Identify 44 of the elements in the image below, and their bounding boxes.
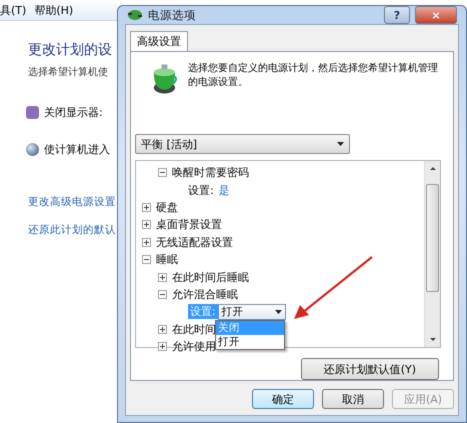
setting-label: 设置: (188, 304, 218, 320)
menu-item[interactable]: 具(T) (0, 2, 26, 18)
expand-icon[interactable] (158, 272, 167, 282)
collapse-icon[interactable] (158, 290, 167, 299)
setting-label: 关闭显示器: (44, 105, 103, 120)
plan-dropdown[interactable]: 平衡 [活动] (135, 134, 350, 154)
expand-icon[interactable] (142, 220, 151, 230)
expand-icon[interactable] (158, 342, 167, 352)
monitor-icon (26, 106, 39, 119)
setting-label: 设置: (188, 182, 214, 198)
tree-item[interactable]: 在此时间 (172, 322, 216, 337)
tree-item[interactable]: 唤醒时需要密码 (172, 165, 249, 180)
tab[interactable]: 高级设置 (130, 31, 188, 51)
setting-label: 使计算机进入 (44, 142, 110, 157)
menu-item[interactable]: 帮助(H) (34, 2, 74, 18)
tree-item[interactable]: 无线适配器设置 (156, 234, 233, 250)
page-subtitle: 选择希望计算机使 (28, 66, 109, 79)
setting-combobox[interactable]: 打开 (218, 304, 286, 320)
dialog-button[interactable]: 取消 (322, 389, 384, 409)
link[interactable]: 还原此计划的默认 (28, 223, 117, 237)
tree-item[interactable]: 睡眠 (156, 252, 178, 268)
collapse-icon[interactable] (158, 168, 167, 178)
expand-icon[interactable] (158, 324, 167, 334)
expand-icon[interactable] (142, 202, 151, 212)
expand-icon[interactable] (142, 238, 151, 247)
link[interactable]: 更改高级电源设置 (28, 195, 117, 209)
scrollbar[interactable] (424, 161, 440, 347)
globe-icon (26, 143, 39, 156)
dialog-title: 电源选项 (148, 8, 197, 22)
dialog-button[interactable]: 确定 (252, 389, 314, 409)
dropdown-arrow-icon (337, 142, 344, 146)
tree-item[interactable]: 桌面背景设置 (156, 217, 222, 232)
tree-item[interactable]: 在此时间后睡眠 (172, 270, 249, 285)
tree-item[interactable]: 硬盘 (156, 200, 178, 215)
description-text: 选择您要自定义的电源计划，然后选择您希望计算机管理的电源设置。 (188, 62, 439, 90)
page-heading: 更改计划的设 (28, 41, 113, 59)
tree-item[interactable]: 允许使用 (172, 339, 216, 354)
restore-defaults-button[interactable]: 还原计划默认值(Y) (300, 358, 439, 380)
dropdown-option[interactable]: 打开 (216, 335, 284, 350)
dropdown-arrow-icon (274, 310, 282, 314)
help-button[interactable]: ? (384, 6, 410, 24)
setting-value[interactable]: 是 (218, 182, 230, 198)
tree-item[interactable]: 允许混合睡眠 (172, 286, 238, 302)
collapse-icon[interactable] (142, 255, 151, 264)
